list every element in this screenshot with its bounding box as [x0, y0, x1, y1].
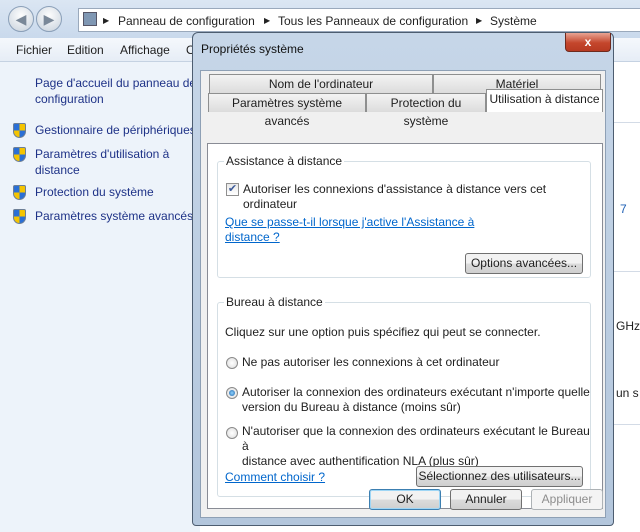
- sidebar-item-system-protection[interactable]: Protection du système: [35, 184, 154, 200]
- breadcrumb-item[interactable]: Système: [490, 14, 537, 28]
- sidebar-item-device-manager[interactable]: Gestionnaire de périphériques: [35, 122, 196, 138]
- breadcrumb-arrow-icon: ▶: [476, 16, 483, 25]
- sidebar: Page d'accueil du panneau de configuratio…: [0, 62, 200, 532]
- link-line: distance: [35, 163, 80, 177]
- radio-label[interactable]: Ne pas autoriser les connexions à cet or…: [242, 355, 499, 370]
- uac-shield-icon: [13, 209, 26, 224]
- cancel-button[interactable]: Annuler: [450, 489, 522, 510]
- radio-label[interactable]: Autoriser la connexion des ordinateurs e…: [242, 385, 590, 415]
- how-to-choose-link[interactable]: Comment choisir ?: [225, 470, 325, 485]
- sidebar-home-link[interactable]: Page d'accueil du panneau de configuratio…: [35, 75, 196, 107]
- system-properties-dialog: Propriétés système x Nom de l'ordinateur…: [192, 32, 614, 526]
- system-type-fragment: un s: [616, 386, 639, 400]
- label-line: N'autoriser que la connexion des ordinat…: [242, 424, 590, 453]
- breadcrumb-arrow-icon: ▶: [103, 16, 110, 25]
- radio-nla-only[interactable]: [226, 427, 238, 439]
- divider: [612, 271, 640, 272]
- tab-panel-remote: Assistance à distance ✔ Autoriser les co…: [207, 143, 603, 509]
- assistance-help-link[interactable]: Que se passe-t-il lorsque j'active l'Ass…: [225, 215, 474, 245]
- forward-button[interactable]: ▶: [36, 6, 62, 32]
- processor-fragment: GHz: [616, 319, 640, 333]
- radio-label[interactable]: N'autoriser que la connexion des ordinat…: [242, 424, 590, 469]
- tab-advanced[interactable]: Paramètres système avancés: [208, 93, 366, 128]
- instruction-text: Cliquez sur une option puis spécifiez qu…: [225, 325, 541, 339]
- apply-button[interactable]: Appliquer: [531, 489, 603, 510]
- breadcrumb-arrow-icon: ▶: [264, 16, 271, 25]
- ok-button[interactable]: OK: [369, 489, 441, 510]
- advanced-options-button[interactable]: Options avancées...: [465, 253, 583, 274]
- allow-assistance-checkbox[interactable]: ✔: [226, 183, 239, 196]
- radio-no-connections[interactable]: [226, 357, 238, 369]
- group-legend: Assistance à distance: [224, 154, 345, 168]
- link-line: Que se passe-t-il lorsque j'active l'Ass…: [225, 215, 475, 229]
- divider: [612, 122, 640, 123]
- link-line: Page d'accueil du panneau de: [35, 76, 197, 90]
- dialog-body: Nom de l'ordinateur Matériel Paramètres …: [200, 70, 606, 518]
- control-panel-icon: [83, 12, 97, 26]
- menu-edit[interactable]: Edition: [67, 43, 104, 57]
- uac-shield-icon: [13, 147, 26, 162]
- uac-shield-icon: [13, 185, 26, 200]
- uac-shield-icon: [13, 123, 26, 138]
- sidebar-item-advanced-settings[interactable]: Paramètres système avancés: [35, 208, 193, 224]
- menu-view[interactable]: Affichage: [120, 43, 170, 57]
- windows-edition-fragment: 7: [620, 202, 627, 216]
- breadcrumb-item[interactable]: Tous les Panneaux de configuration: [278, 14, 468, 28]
- divider: [612, 424, 640, 425]
- label-line: Autoriser la connexion des ordinateurs e…: [242, 385, 590, 399]
- checkbox-label[interactable]: Autoriser les connexions d'assistance à …: [243, 182, 590, 212]
- tab-computer-name[interactable]: Nom de l'ordinateur: [209, 74, 433, 93]
- sidebar-item-remote-settings[interactable]: Paramètres d'utilisation à distance: [35, 146, 169, 178]
- back-button[interactable]: ◀: [8, 6, 34, 32]
- remote-assistance-group: Assistance à distance ✔ Autoriser les co…: [217, 154, 591, 278]
- menu-file[interactable]: Fichier: [16, 43, 52, 57]
- link-line: distance ?: [225, 230, 280, 244]
- close-button[interactable]: x: [565, 33, 611, 52]
- radio-any-version[interactable]: [226, 387, 238, 399]
- link-line: Paramètres d'utilisation à: [35, 147, 170, 161]
- tab-system-protection[interactable]: Protection du système: [366, 93, 486, 128]
- dialog-title: Propriétés système: [201, 42, 304, 56]
- tab-remote[interactable]: Utilisation à distance: [486, 89, 603, 112]
- label-line: version du Bureau à distance (moins sûr): [242, 400, 461, 414]
- link-line: configuration: [35, 92, 104, 106]
- group-legend: Bureau à distance: [224, 295, 325, 309]
- breadcrumb-item[interactable]: Panneau de configuration: [118, 14, 255, 28]
- address-bar[interactable]: ▶ Panneau de configuration ▶ Tous les Pa…: [78, 8, 640, 32]
- select-users-button[interactable]: Sélectionnez des utilisateurs...: [416, 466, 583, 487]
- remote-desktop-group: Bureau à distance Cliquez sur une option…: [217, 295, 591, 497]
